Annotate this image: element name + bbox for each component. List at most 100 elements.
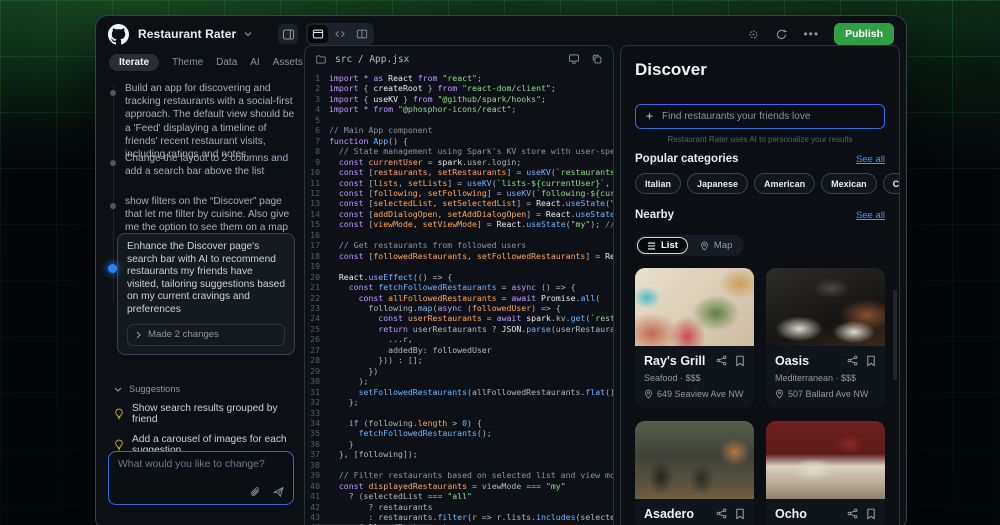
chat-message: Change the layout to 2 columns and add a… (125, 152, 295, 178)
code-line: 5 (305, 115, 613, 125)
bookmark-icon[interactable] (866, 508, 876, 520)
suggestions-header[interactable]: Suggestions (108, 384, 294, 394)
code-text: // Filter restaurants based on selected … (329, 470, 613, 480)
chat-composer[interactable] (108, 451, 294, 505)
preview-panel: Discover Restaurant Rater uses AI to per… (620, 45, 900, 525)
see-all-link[interactable]: See all (856, 154, 885, 165)
code-text: ? restaurants (329, 502, 433, 512)
line-number: 41 (305, 491, 329, 501)
code-text: import * from "@phosphor-icons/react"; (329, 104, 516, 114)
code-text: ? (selectedList === "all" (329, 491, 472, 501)
bookmark-icon[interactable] (866, 355, 876, 367)
line-number: 34 (305, 418, 329, 428)
code-line: 12 const [following, setFollowing] = use… (305, 188, 613, 198)
line-number: 14 (305, 209, 329, 219)
code-line: 28 })) : []; (305, 355, 613, 365)
open-preview-icon[interactable] (568, 53, 580, 65)
code-view-icon[interactable] (330, 25, 350, 43)
code-line: 38 (305, 460, 613, 470)
share-icon[interactable] (847, 355, 858, 367)
code-text: } (329, 439, 354, 449)
code-text: const fetchFollowedRestaurants = async (… (329, 282, 576, 292)
restaurant-card[interactable]: OasisMediterranean · $$$507 Ballard Ave … (766, 268, 885, 408)
code-text: ); (329, 376, 368, 386)
refresh-icon[interactable] (775, 28, 788, 41)
lightbulb-icon (114, 439, 124, 451)
code-line: 33 (305, 408, 613, 418)
folder-icon (315, 54, 327, 65)
code-text: const [restaurants, setRestaurants] = us… (329, 167, 613, 177)
code-line: 40 const displayedRestaurants = viewMode… (305, 481, 613, 491)
file-breadcrumb[interactable]: src / App.jsx (335, 54, 409, 65)
copy-icon[interactable] (591, 53, 603, 65)
code-text: })) : []; (329, 355, 423, 365)
tab-assets[interactable]: Assets (273, 57, 303, 68)
chevron-down-icon[interactable] (244, 31, 252, 37)
line-number: 30 (305, 376, 329, 386)
category-chip-mexican[interactable]: Mexican (821, 173, 877, 194)
restaurant-name-row: Ocho (775, 507, 876, 521)
code-text: if (following.length > 0) { (329, 418, 482, 428)
nearby-header: Nearby See all (635, 209, 885, 221)
share-icon[interactable] (716, 355, 727, 367)
category-chip-japanese[interactable]: Japanese (687, 173, 748, 194)
line-number: 4 (305, 104, 329, 114)
suggestion-item[interactable]: Show search results grouped by friend (108, 403, 294, 425)
see-all-link[interactable]: See all (856, 210, 885, 221)
line-number: 19 (305, 261, 329, 271)
ai-search-box[interactable] (635, 104, 885, 129)
share-icon[interactable] (847, 508, 858, 520)
line-number: 2 (305, 83, 329, 93)
restaurant-name: Ocho (775, 507, 847, 521)
line-number: 42 (305, 502, 329, 512)
code-line: 32 }; (305, 397, 613, 407)
github-logo-icon (108, 24, 129, 45)
category-chip-chinese[interactable]: Chinese (883, 173, 900, 194)
overflow-menu-icon[interactable]: ••• (803, 27, 819, 41)
code-line: 30 ); (305, 376, 613, 386)
map-toggle[interactable]: Map (690, 237, 742, 254)
inspect-icon[interactable] (747, 28, 760, 41)
chat-message: Enhance the Discover page's search bar w… (117, 233, 295, 355)
screenshot-stage: Restaurant Rater ••• Publish IterateThem… (0, 0, 1000, 525)
code-text: const [following, setFollowing] = useKV(… (329, 188, 613, 198)
share-icon[interactable] (716, 508, 727, 520)
code-line: 11 const [lists, setLists] = useKV(`list… (305, 178, 613, 188)
made-changes-toggle[interactable]: Made 2 changes (127, 324, 285, 347)
timeline-dot (110, 203, 116, 209)
restaurant-name-row: Oasis (775, 354, 876, 368)
bookmark-icon[interactable] (735, 355, 745, 367)
category-chip-american[interactable]: American (754, 173, 815, 194)
vertical-scrollbar[interactable] (893, 290, 897, 380)
restaurant-card[interactable]: Ocho (766, 421, 885, 525)
tab-iterate[interactable]: Iterate (109, 54, 159, 71)
code-line: 13 const [selectedList, setSelectedList]… (305, 198, 613, 208)
code-line: 23 following.map(async (followedUser) =>… (305, 303, 613, 313)
tab-theme[interactable]: Theme (172, 57, 203, 68)
tab-ai[interactable]: AI (250, 57, 259, 68)
code-line: 4import * from "@phosphor-icons/react"; (305, 104, 613, 114)
line-number: 1 (305, 73, 329, 83)
line-number: 20 (305, 272, 329, 282)
restaurant-card[interactable]: Asadero (635, 421, 754, 525)
list-toggle[interactable]: List (637, 237, 688, 254)
attach-icon[interactable] (249, 486, 261, 498)
tab-data[interactable]: Data (216, 57, 237, 68)
line-number: 9 (305, 157, 329, 167)
category-chip-italian[interactable]: Italian (635, 173, 681, 194)
code-line: 10 const [restaurants, setRestaurants] =… (305, 167, 613, 177)
preview-view-icon[interactable] (308, 25, 328, 43)
composer-actions (249, 486, 285, 498)
publish-button[interactable]: Publish (834, 23, 894, 45)
suggestion-label: Show search results grouped by friend (132, 403, 294, 425)
code-area[interactable]: 1import * as React from "react";2import … (305, 73, 613, 525)
sidebar-toggle-icon[interactable] (278, 24, 298, 44)
search-input[interactable] (662, 111, 876, 122)
bookmark-icon[interactable] (735, 508, 745, 520)
restaurant-address: 507 Ballard Ave NW (775, 389, 876, 399)
send-icon[interactable] (272, 486, 285, 498)
code-line: 34 if (following.length > 0) { (305, 418, 613, 428)
restaurant-card[interactable]: Ray's GrillSeafood · $$$649 Seaview Ave … (635, 268, 754, 408)
split-view-icon[interactable] (352, 25, 372, 43)
address-text: 507 Ballard Ave NW (788, 389, 868, 399)
